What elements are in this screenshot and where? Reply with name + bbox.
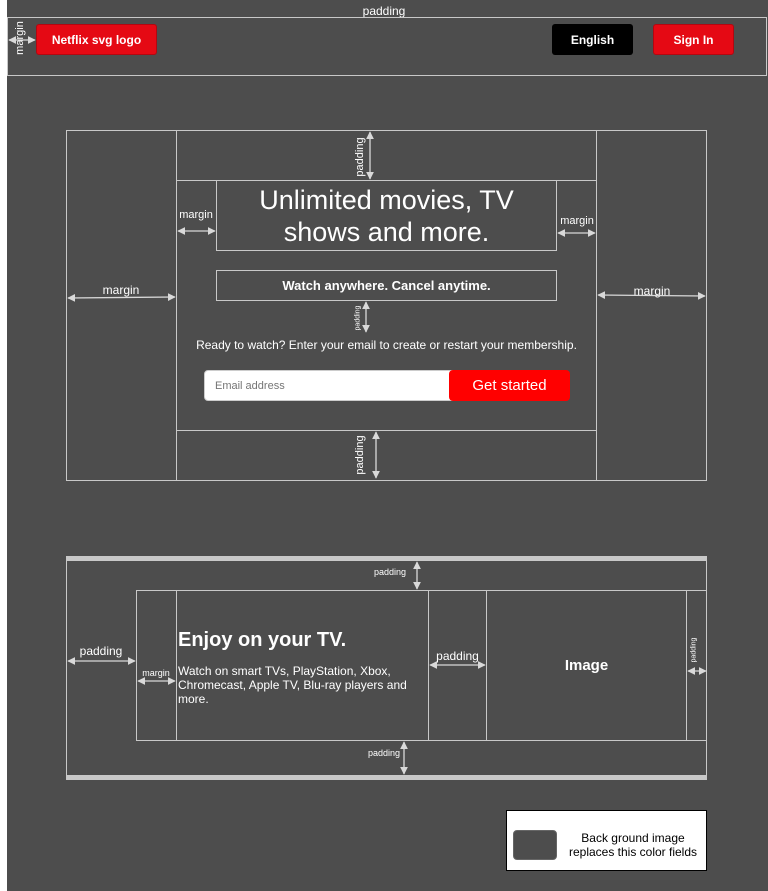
hero-margin-left-arrow (67, 293, 176, 302)
dimension-arrows (8, 36, 707, 775)
hero-margin-right-arrow (597, 291, 706, 300)
